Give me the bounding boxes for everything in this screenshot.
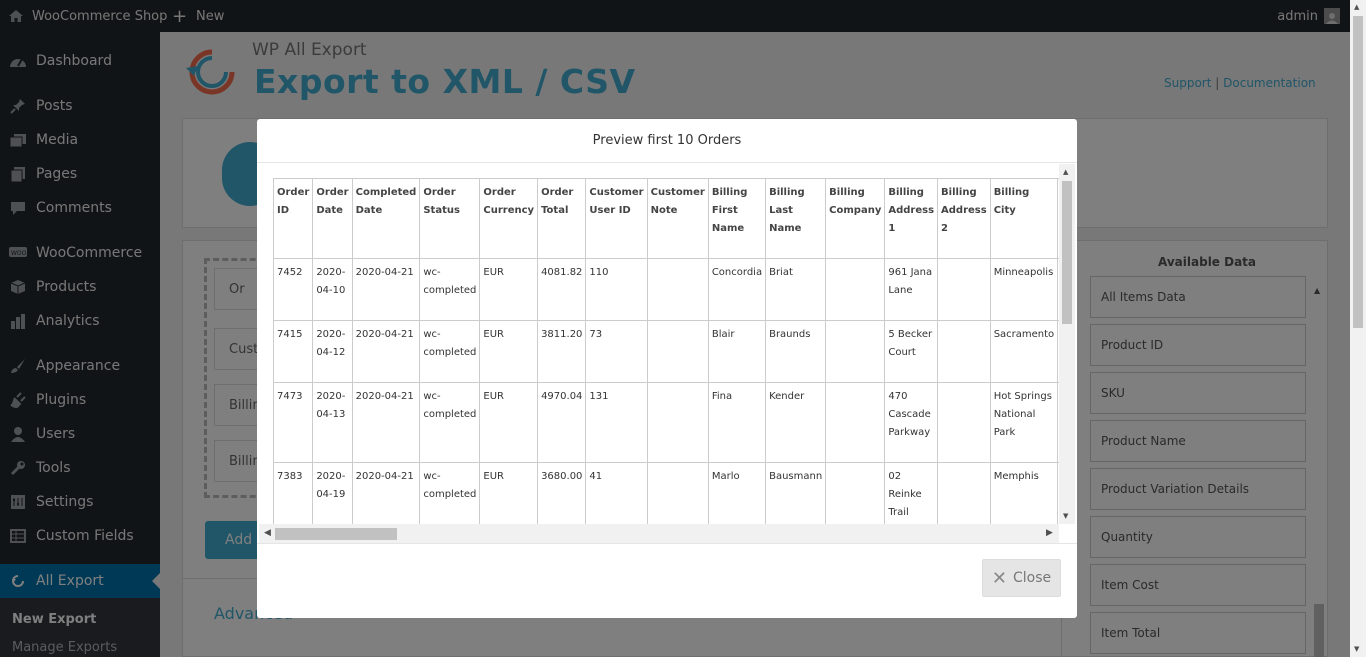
- table-cell: 2020-04-19: [312, 462, 353, 524]
- table-cell: 4081.82: [537, 258, 587, 321]
- table-cell: [825, 382, 886, 463]
- column-header: Order Total: [537, 178, 587, 259]
- column-header: Order Status: [419, 178, 481, 259]
- page-scrollbar[interactable]: ▲ ▼: [1350, 0, 1366, 657]
- table-cell: [646, 462, 709, 524]
- column-header: Completed Date: [351, 178, 421, 259]
- table-horizontal-thumb[interactable]: [275, 528, 397, 540]
- close-icon: ✕: [991, 567, 1007, 589]
- table-cell: 3811.20: [537, 320, 587, 383]
- table-cell: Briat: [765, 258, 827, 321]
- table-cell: 02 Reinke Trail: [884, 462, 939, 524]
- table-horizontal-scrollbar[interactable]: ◀ ▶: [259, 524, 1059, 544]
- preview-modal: Preview first 10 Orders Order ID Order Da…: [257, 119, 1077, 618]
- table-cell: 2020-04-12: [312, 320, 353, 383]
- column-header: Billing Address 1: [884, 178, 939, 259]
- table-cell: [825, 320, 886, 383]
- table-cell: [646, 258, 709, 321]
- table-cell: 73: [585, 320, 648, 383]
- table-vertical-scrollbar[interactable]: ▲ ▼: [1059, 164, 1075, 524]
- table-cell: 5 Becker Court: [884, 320, 939, 383]
- table-cell: Fina: [707, 382, 767, 463]
- column-header: Customer User ID: [585, 178, 648, 259]
- column-header: Billing Last Name: [765, 178, 827, 259]
- table-scroll-up-arrow[interactable]: ▲: [1063, 168, 1068, 176]
- table-cell: 2020-04-21: [351, 258, 421, 321]
- table-cell: [937, 382, 991, 463]
- table-cell: 7415: [273, 320, 314, 383]
- table-vertical-thumb[interactable]: [1062, 181, 1072, 324]
- modal-footer-divider: [257, 543, 1077, 544]
- table-cell: Kender: [765, 382, 827, 463]
- table-cell: [937, 462, 991, 524]
- page-scroll-up-arrow[interactable]: ▲: [1354, 3, 1359, 11]
- table-cell: Concordia: [707, 258, 767, 321]
- table-cell: 7452: [273, 258, 314, 321]
- column-header: Order ID: [273, 178, 314, 259]
- table-row: 7473 2020-04-13 2020-04-21 wc-completed EUR 4…: [273, 382, 1059, 463]
- table-cell: 7383: [273, 462, 314, 524]
- column-header: Billing First Name: [707, 178, 767, 259]
- table-cell: 7473: [273, 382, 314, 463]
- table-cell: 4970.04: [537, 382, 587, 463]
- table-cell: Bausmann: [765, 462, 827, 524]
- table-cell: [937, 320, 991, 383]
- table-cell: Hot Springs National Park: [989, 382, 1059, 463]
- close-button[interactable]: ✕ Close: [982, 559, 1061, 597]
- table-scroll-down-arrow[interactable]: ▼: [1063, 512, 1068, 520]
- modal-title: Preview first 10 Orders: [257, 119, 1077, 163]
- table-cell: wc-completed: [419, 320, 481, 383]
- page-scrollbar-thumb[interactable]: [1353, 16, 1363, 328]
- table-cell: Blair: [707, 320, 767, 383]
- table-cell: EUR: [479, 258, 539, 321]
- table-cell: [825, 462, 886, 524]
- table-cell: EUR: [479, 462, 539, 524]
- column-header: Customer Note: [646, 178, 709, 259]
- column-header: Billing Company: [825, 178, 886, 259]
- table-cell: Sacramento: [989, 320, 1059, 383]
- table-cell: 2020-04-13: [312, 382, 353, 463]
- column-header: Billing City: [989, 178, 1059, 259]
- table-cell: 2020-04-21: [351, 462, 421, 524]
- table-cell: Minneapolis: [989, 258, 1059, 321]
- table-cell: 2020-04-21: [351, 320, 421, 383]
- table-cell: EUR: [479, 382, 539, 463]
- table-scroll-right-arrow[interactable]: ▶: [1046, 528, 1053, 538]
- table-cell: wc-completed: [419, 382, 481, 463]
- table-cell: wc-completed: [419, 258, 481, 321]
- table-cell: [937, 258, 991, 321]
- table-cell: 131: [585, 382, 648, 463]
- table-cell: [825, 258, 886, 321]
- table-cell: 470 Cascade Parkway: [884, 382, 939, 463]
- preview-table: Order ID Order Date Completed Date Order St…: [273, 178, 1059, 524]
- preview-table-viewport: Order ID Order Date Completed Date Order St…: [273, 178, 1059, 524]
- table-cell: 110: [585, 258, 648, 321]
- table-cell: [646, 320, 709, 383]
- table-scroll-left-arrow[interactable]: ◀: [264, 528, 271, 538]
- table-cell: EUR: [479, 320, 539, 383]
- table-cell: wc-completed: [419, 462, 481, 524]
- table-row: 7415 2020-04-12 2020-04-21 wc-completed EUR 3…: [273, 320, 1059, 383]
- column-header: Billing Address 2: [937, 178, 991, 259]
- table-row: 7452 2020-04-10 2020-04-21 wc-completed EUR 4…: [273, 258, 1059, 321]
- table-cell: 41: [585, 462, 648, 524]
- close-button-label: Close: [1012, 570, 1052, 586]
- table-cell: [646, 382, 709, 463]
- column-header: Order Date: [312, 178, 353, 259]
- table-cell: 961 Jana Lane: [884, 258, 939, 321]
- table-cell: Braunds: [765, 320, 827, 383]
- table-cell: Marlo: [707, 462, 767, 524]
- table-cell: 2020-04-21: [351, 382, 421, 463]
- table-cell: Memphis: [989, 462, 1059, 524]
- column-header: Order Currency: [479, 178, 539, 259]
- page-scroll-down-arrow[interactable]: ▼: [1354, 645, 1359, 653]
- table-cell: 2020-04-10: [312, 258, 353, 321]
- table-header-row: Order ID Order Date Completed Date Order St…: [273, 178, 1059, 259]
- table-row: 7383 2020-04-19 2020-04-21 wc-completed EUR 3…: [273, 462, 1059, 524]
- table-cell: 3680.00: [537, 462, 587, 524]
